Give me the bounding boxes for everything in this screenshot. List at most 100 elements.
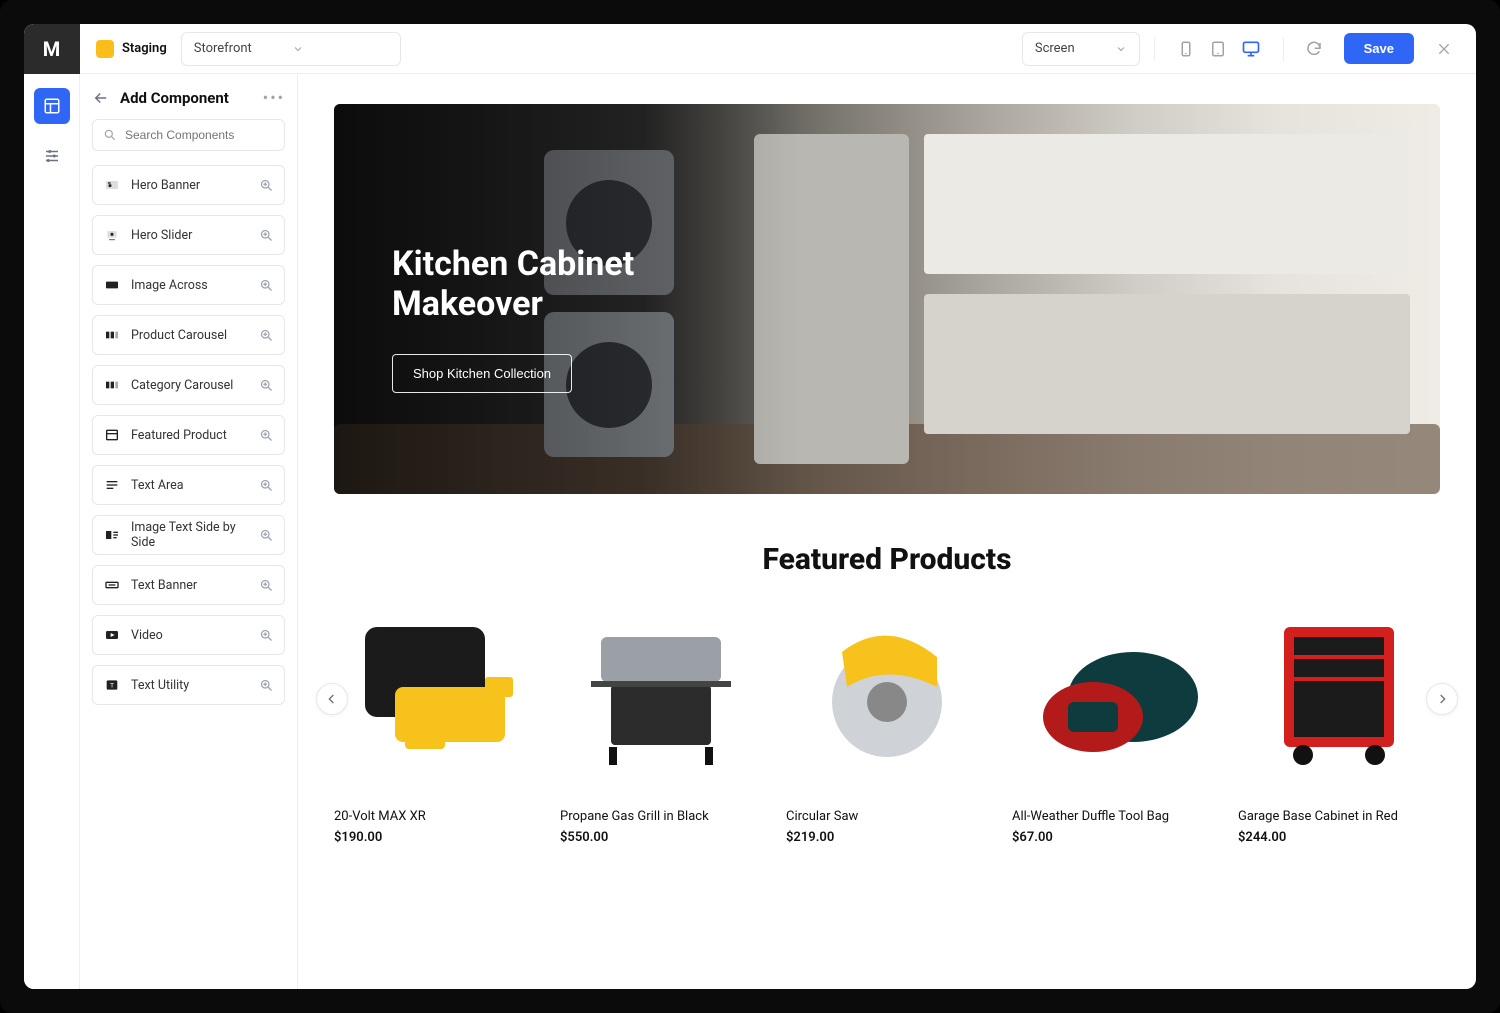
topbar: Staging Storefront Screen	[80, 24, 1476, 74]
refresh-icon[interactable]	[1298, 33, 1330, 65]
component-label: Featured Product	[131, 428, 249, 443]
zoom-icon[interactable]	[259, 678, 274, 693]
component-item[interactable]: Image Text Side by Side	[92, 515, 285, 555]
component-label: Text Banner	[131, 578, 249, 593]
product-image	[560, 607, 762, 777]
carousel-next-icon[interactable]	[1426, 683, 1458, 715]
hero-banner[interactable]: Kitchen Cabinet Makeover Shop Kitchen Co…	[334, 104, 1440, 494]
component-label: Text Area	[131, 478, 249, 493]
zoom-icon[interactable]	[259, 428, 274, 443]
hero-banner-icon	[103, 176, 121, 194]
hero-title: Kitchen Cabinet Makeover	[392, 244, 634, 324]
product-name: Circular Saw	[786, 809, 988, 824]
component-item[interactable]: Hero Slider	[92, 215, 285, 255]
screen-select[interactable]: Screen	[1022, 32, 1140, 66]
zoom-icon[interactable]	[259, 478, 274, 493]
component-label: Video	[131, 628, 249, 643]
image-text-icon	[103, 526, 121, 544]
product-card[interactable]: 20-Volt MAX XR $190.00	[334, 607, 536, 845]
component-label: Image Text Side by Side	[131, 520, 249, 550]
component-label: Hero Slider	[131, 228, 249, 243]
product-price: $244.00	[1238, 830, 1440, 845]
product-card[interactable]: Garage Base Cabinet in Red $244.00	[1238, 607, 1440, 845]
divider	[1154, 37, 1155, 61]
product-image	[334, 607, 536, 777]
preview-canvas: Kitchen Cabinet Makeover Shop Kitchen Co…	[298, 74, 1476, 989]
save-button[interactable]: Save	[1344, 33, 1414, 64]
product-image	[1238, 607, 1440, 777]
left-rail: M	[24, 24, 80, 989]
component-panel: Add Component ••• Hero Banner Her	[80, 74, 298, 989]
product-card[interactable]: Circular Saw $219.00	[786, 607, 988, 845]
component-item[interactable]: Text Utility	[92, 665, 285, 705]
component-label: Product Carousel	[131, 328, 249, 343]
app-logo: M	[24, 24, 80, 74]
text-utility-icon	[103, 676, 121, 694]
zoom-icon[interactable]	[259, 278, 274, 293]
search-icon	[103, 128, 117, 142]
search-field[interactable]	[125, 128, 280, 142]
carousel-prev-icon[interactable]	[316, 683, 348, 715]
device-desktop-icon[interactable]	[1241, 39, 1261, 59]
context-select-value: Storefront	[194, 41, 252, 56]
device-switcher	[1169, 39, 1269, 59]
zoom-icon[interactable]	[259, 578, 274, 593]
product-image	[786, 607, 988, 777]
rail-settings-icon[interactable]	[34, 138, 70, 174]
environment-color-icon	[96, 40, 114, 58]
environment-badge[interactable]: Staging	[96, 40, 167, 58]
video-icon	[103, 626, 121, 644]
product-price: $550.00	[560, 830, 762, 845]
hero-cta-button[interactable]: Shop Kitchen Collection	[392, 354, 572, 393]
chevron-down-icon	[292, 43, 304, 55]
divider	[1283, 37, 1284, 61]
panel-title: Add Component	[120, 89, 253, 107]
component-item[interactable]: Text Area	[92, 465, 285, 505]
component-item[interactable]: Featured Product	[92, 415, 285, 455]
zoom-icon[interactable]	[259, 328, 274, 343]
component-item[interactable]: Hero Banner	[92, 165, 285, 205]
component-item[interactable]: Image Across	[92, 265, 285, 305]
product-carousel-icon	[103, 326, 121, 344]
close-icon[interactable]	[1428, 33, 1460, 65]
device-phone-icon[interactable]	[1177, 40, 1195, 58]
component-label: Text Utility	[131, 678, 249, 693]
product-name: 20-Volt MAX XR	[334, 809, 536, 824]
component-label: Category Carousel	[131, 378, 249, 393]
product-name: All-Weather Duffle Tool Bag	[1012, 809, 1214, 824]
environment-label: Staging	[122, 41, 167, 56]
search-input[interactable]	[92, 119, 285, 151]
component-label: Hero Banner	[131, 178, 249, 193]
zoom-icon[interactable]	[259, 228, 274, 243]
component-item[interactable]: Video	[92, 615, 285, 655]
device-tablet-icon[interactable]	[1209, 40, 1227, 58]
product-price: $219.00	[786, 830, 988, 845]
panel-more-icon[interactable]: •••	[263, 88, 285, 107]
featured-product-icon	[103, 426, 121, 444]
image-across-icon	[103, 276, 121, 294]
back-icon[interactable]	[92, 89, 110, 107]
component-item[interactable]: Text Banner	[92, 565, 285, 605]
rail-layout-icon[interactable]	[34, 88, 70, 124]
zoom-icon[interactable]	[259, 528, 274, 543]
text-banner-icon	[103, 576, 121, 594]
component-list: Hero Banner Hero Slider Image Across Pro…	[92, 165, 285, 705]
text-area-icon	[103, 476, 121, 494]
product-card[interactable]: Propane Gas Grill in Black $550.00	[560, 607, 762, 845]
product-image	[1012, 607, 1214, 777]
zoom-icon[interactable]	[259, 178, 274, 193]
screen-select-value: Screen	[1035, 41, 1075, 56]
zoom-icon[interactable]	[259, 628, 274, 643]
zoom-icon[interactable]	[259, 378, 274, 393]
featured-heading: Featured Products	[334, 542, 1440, 577]
chevron-down-icon	[1115, 43, 1127, 55]
category-carousel-icon	[103, 376, 121, 394]
product-card[interactable]: All-Weather Duffle Tool Bag $67.00	[1012, 607, 1214, 845]
product-carousel: 20-Volt MAX XR $190.00 Propane Gas Grill…	[334, 607, 1440, 845]
context-select[interactable]: Storefront	[181, 32, 401, 66]
product-price: $190.00	[334, 830, 536, 845]
component-item[interactable]: Category Carousel	[92, 365, 285, 405]
product-price: $67.00	[1012, 830, 1214, 845]
product-name: Propane Gas Grill in Black	[560, 809, 762, 824]
component-item[interactable]: Product Carousel	[92, 315, 285, 355]
